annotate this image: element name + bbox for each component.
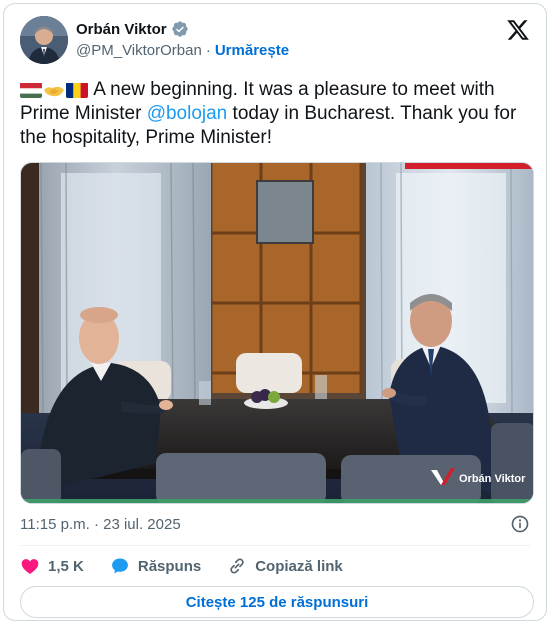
follow-button[interactable]: Urmărește: [215, 42, 289, 59]
copy-link-label: Copiază link: [255, 557, 343, 575]
copy-link-button[interactable]: Copiază link: [227, 556, 343, 576]
tweet-header: Orbán Viktor @PM_ViktorOrban · Urmărește: [20, 16, 530, 68]
like-button[interactable]: 1,5 K: [20, 556, 84, 576]
action-bar: 1,5 K Răspuns Copiază link: [20, 554, 369, 578]
info-icon[interactable]: [510, 514, 530, 534]
link-icon: [230, 558, 244, 574]
read-replies-button[interactable]: Citește 125 de răspunsuri: [20, 586, 534, 618]
handshake-icon: [43, 82, 65, 98]
tweet-photo[interactable]: Orbán Viktor: [20, 162, 534, 504]
avatar[interactable]: [20, 16, 68, 64]
tweet-date: 23 iul. 2025: [103, 516, 181, 533]
tweet-card: Orbán Viktor @PM_ViktorOrban · Urmărește: [3, 3, 547, 621]
heart-icon: [21, 559, 39, 574]
reply-bubble-icon: [111, 558, 128, 574]
photo-watermark: Orbán Viktor: [459, 473, 526, 485]
handle-separator: ·: [205, 42, 211, 59]
hungary-flag-icon: [20, 82, 42, 98]
tweet-timestamp[interactable]: 11:15 p.m. · 23 iul. 2025: [20, 516, 181, 533]
reply-label: Răspuns: [137, 557, 202, 575]
verified-badge-icon: [171, 20, 189, 38]
reply-button[interactable]: Răspuns: [110, 556, 201, 576]
like-count: 1,5 K: [48, 557, 84, 575]
mention-link[interactable]: @bolojan: [147, 103, 228, 124]
timestamp-separator: ·: [93, 516, 99, 533]
x-logo-icon[interactable]: [506, 18, 530, 42]
tweet-text: A new beginning. It was a pleasure to me…: [20, 78, 532, 150]
author-name[interactable]: Orbán Viktor: [76, 21, 167, 38]
author-handle[interactable]: @PM_ViktorOrban: [76, 42, 202, 59]
romania-flag-icon: [66, 82, 88, 98]
tweet-time: 11:15 p.m.: [20, 516, 90, 533]
divider: [20, 545, 530, 546]
